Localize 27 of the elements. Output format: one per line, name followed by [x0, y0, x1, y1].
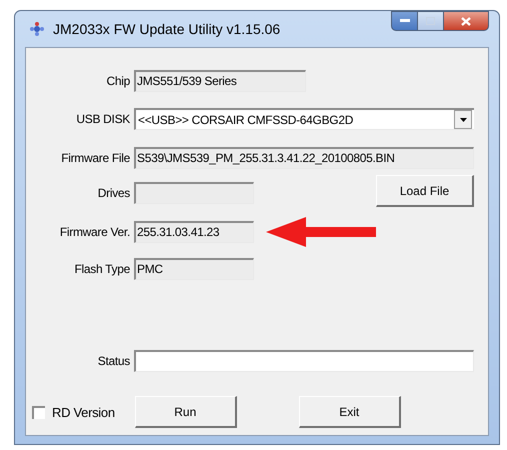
app-icon — [29, 21, 45, 37]
field-label: Drives — [96, 186, 131, 200]
drives-field[interactable] — [134, 182, 254, 204]
firmware-file-field[interactable]: S539\JMS539_PM_255.31.3.41.22_20100805.BIN — [134, 147, 474, 169]
field-label: Chip — [106, 74, 131, 88]
field-label: Status — [96, 354, 131, 368]
load-file-button[interactable]: Load File — [376, 175, 474, 207]
field-label: Firmware Ver. — [58, 225, 131, 239]
flash-type-field[interactable]: PMC — [134, 258, 254, 280]
maximize-button[interactable] — [418, 11, 444, 31]
field-label: Firmware File — [60, 151, 131, 165]
chip-field[interactable]: JMS551/539 Series — [134, 70, 306, 92]
minimize-button[interactable] — [391, 11, 418, 31]
dialog-button[interactable]: Run — [134, 396, 237, 428]
close-icon — [461, 16, 471, 26]
usb-disk-dropdown[interactable]: <<USB>> CORSAIR CMFSSD-64GBG2D — [134, 108, 474, 130]
field-label: USB DISK — [75, 112, 131, 126]
field-label: Flash Type — [74, 262, 131, 276]
dropdown-arrow-icon — [460, 118, 466, 122]
status-field[interactable] — [134, 350, 474, 372]
close-button[interactable] — [444, 11, 489, 31]
firmware-version-field[interactable]: 255.31.03.41.23 — [134, 221, 254, 243]
dialog-button[interactable]: Exit — [298, 396, 401, 428]
minimize-icon — [400, 19, 410, 23]
window-title: JM2033x FW Update Utility v1.15.06 — [53, 21, 282, 37]
checkbox-label: RD Version — [52, 404, 115, 420]
rd-version-checkbox[interactable] — [32, 406, 45, 418]
